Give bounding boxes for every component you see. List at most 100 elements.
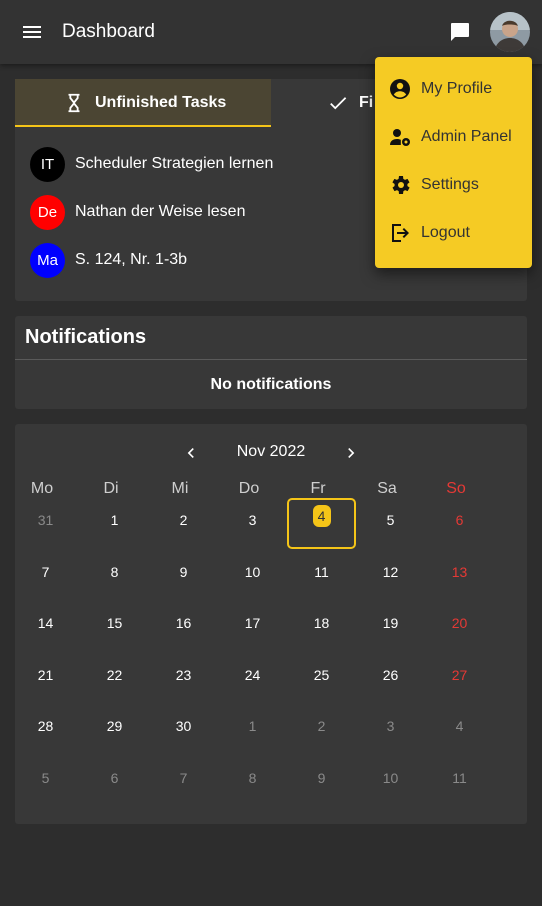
calendar-day[interactable]: 3: [218, 498, 287, 549]
calendar-day[interactable]: 21: [11, 653, 80, 704]
calendar-day[interactable]: 12: [356, 550, 425, 601]
weekday-label: Do: [238, 480, 260, 497]
calendar-day[interactable]: 1: [218, 704, 287, 755]
calendar-day-number: 9: [179, 563, 188, 580]
calendar-day-number: 5: [41, 770, 50, 786]
calendar-day-number: 29: [106, 718, 123, 735]
calendar-day[interactable]: 8: [80, 550, 149, 601]
calendar-day[interactable]: 11: [287, 550, 356, 601]
notifications-title: Notifications: [25, 326, 147, 348]
calendar-day-number: 13: [451, 563, 468, 580]
menu-item-logout[interactable]: Logout: [375, 209, 532, 257]
calendar-day[interactable]: 4: [425, 704, 494, 755]
tab-label: Fi: [359, 94, 374, 111]
calendar-day-number: 7: [41, 563, 50, 580]
calendar-day[interactable]: 26: [356, 653, 425, 704]
notifications-card: Notifications No notifications: [15, 316, 527, 409]
calendar-day[interactable]: 6: [425, 498, 494, 549]
tab-unfinished-tasks[interactable]: Unfinished Tasks: [15, 79, 271, 127]
settings-gear-icon: [388, 173, 412, 197]
weekday-label: Mi: [171, 480, 189, 497]
calendar-day-number: 18: [313, 615, 330, 632]
calendar-day[interactable]: 18: [287, 601, 356, 652]
calendar-day[interactable]: 31: [11, 498, 80, 549]
calendar-day[interactable]: 2: [149, 498, 218, 549]
calendar-month-label: Nov 2022: [236, 443, 306, 460]
calendar-day[interactable]: 16: [149, 601, 218, 652]
calendar-day[interactable]: 5: [11, 756, 80, 807]
calendar-day[interactable]: 28: [11, 704, 80, 755]
calendar-day[interactable]: 22: [80, 653, 149, 704]
subject-badge: De: [30, 195, 65, 230]
menu-item-label: Logout: [421, 224, 470, 241]
calendar-day-number: 7: [179, 770, 188, 786]
user-menu: My Profile Admin Panel Settings Logout: [375, 57, 532, 268]
calendar-day[interactable]: 8: [218, 756, 287, 807]
task-label: S. 124, Nr. 1-3b: [75, 251, 188, 268]
calendar-day[interactable]: 7: [149, 756, 218, 807]
menu-item-my-profile[interactable]: My Profile: [375, 65, 532, 113]
calendar-day[interactable]: 4: [287, 498, 356, 549]
chat-icon[interactable]: [448, 20, 472, 44]
calendar-day[interactable]: 17: [218, 601, 287, 652]
calendar-day[interactable]: 9: [287, 756, 356, 807]
calendar-day[interactable]: 24: [218, 653, 287, 704]
calendar-day[interactable]: 1: [80, 498, 149, 549]
calendar-day-number: 4: [455, 718, 464, 735]
avatar[interactable]: [490, 12, 530, 52]
menu-icon[interactable]: [20, 20, 44, 44]
calendar-day-number: 14: [37, 615, 54, 632]
weekday-label: Fr: [310, 480, 326, 497]
account-circle-icon: [388, 77, 412, 101]
calendar-day-number: 27: [451, 666, 468, 683]
tab-label: Unfinished Tasks: [95, 94, 227, 111]
calendar-day[interactable]: 30: [149, 704, 218, 755]
hourglass-icon: [63, 92, 85, 114]
calendar-day[interactable]: 25: [287, 653, 356, 704]
calendar-day-number: 6: [455, 512, 464, 528]
chevron-left-icon[interactable]: [181, 443, 201, 463]
calendar-day-number: 21: [37, 666, 54, 683]
page-title: Dashboard: [62, 21, 155, 42]
weekday-label: So: [446, 480, 466, 497]
calendar-day-number: 1: [248, 718, 257, 735]
calendar-day[interactable]: 2: [287, 704, 356, 755]
calendar-day-number: 8: [248, 770, 257, 786]
calendar-day-number: 11: [452, 770, 467, 786]
menu-item-label: My Profile: [421, 80, 493, 97]
calendar-day-number: 31: [37, 512, 54, 528]
calendar-day[interactable]: 3: [356, 704, 425, 755]
weekday-label: Mo: [30, 480, 54, 497]
calendar-day-number: 10: [382, 770, 399, 786]
calendar-day[interactable]: 27: [425, 653, 494, 704]
calendar-day[interactable]: 9: [149, 550, 218, 601]
task-label: Scheduler Strategien lernen: [75, 155, 274, 172]
calendar-day-number: 30: [175, 718, 192, 735]
calendar-day[interactable]: 10: [356, 756, 425, 807]
calendar-day[interactable]: 5: [356, 498, 425, 549]
calendar-day[interactable]: 23: [149, 653, 218, 704]
calendar-day-number: 26: [382, 666, 399, 683]
chevron-right-icon[interactable]: [341, 443, 361, 463]
menu-item-admin-panel[interactable]: Admin Panel: [375, 113, 532, 161]
calendar-day[interactable]: 20: [425, 601, 494, 652]
calendar-day-number: 11: [314, 563, 329, 580]
logout-icon: [388, 221, 412, 245]
calendar-day[interactable]: 13: [425, 550, 494, 601]
menu-item-label: Admin Panel: [421, 128, 512, 145]
calendar-day[interactable]: 29: [80, 704, 149, 755]
calendar-day[interactable]: 11: [425, 756, 494, 807]
calendar-day-number: 4: [312, 505, 331, 527]
calendar-day[interactable]: 6: [80, 756, 149, 807]
calendar-day[interactable]: 15: [80, 601, 149, 652]
calendar-day-number: 20: [451, 615, 468, 632]
calendar-day[interactable]: 14: [11, 601, 80, 652]
calendar-day[interactable]: 7: [11, 550, 80, 601]
calendar-day[interactable]: 10: [218, 550, 287, 601]
app-bar: Dashboard: [0, 0, 542, 64]
menu-item-settings[interactable]: Settings: [375, 161, 532, 209]
calendar-day-number: 15: [106, 615, 123, 632]
calendar-day[interactable]: 19: [356, 601, 425, 652]
calendar-day-number: 17: [244, 615, 261, 632]
weekday-label: Di: [103, 480, 119, 497]
